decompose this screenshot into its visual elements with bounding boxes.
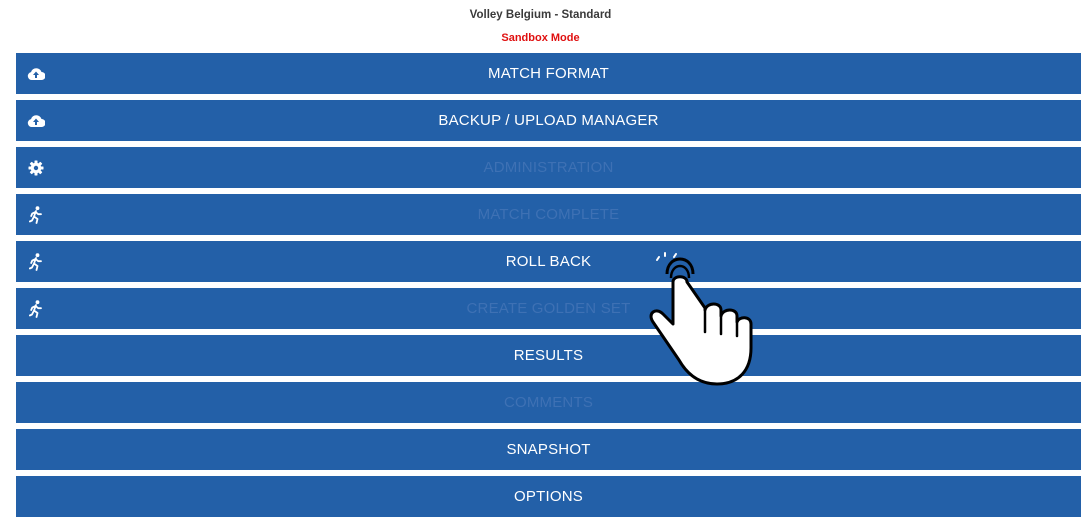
options-label: OPTIONS [514, 488, 583, 505]
header: Volley Belgium - Standard Sandbox Mode [0, 0, 1081, 50]
backup-upload-manager-button[interactable]: BACKUP / UPLOAD MANAGER [16, 100, 1081, 141]
cloud-upload-icon [27, 65, 45, 83]
backup-upload-manager-label: BACKUP / UPLOAD MANAGER [438, 112, 659, 129]
roll-back-label: ROLL BACK [505, 253, 592, 270]
running-person-icon [27, 205, 45, 224]
comments-label: COMMENTS [503, 394, 594, 411]
snapshot-label: SNAPSHOT [506, 441, 591, 458]
results-button[interactable]: RESULTS [16, 335, 1081, 376]
sandbox-mode-label: Sandbox Mode [501, 32, 580, 44]
administration-button[interactable]: ADMINISTRATION [16, 147, 1081, 188]
snapshot-button[interactable]: SNAPSHOT [16, 429, 1081, 470]
match-format-button[interactable]: MATCH FORMAT [16, 53, 1081, 94]
roll-back-button[interactable]: ROLL BACK [16, 241, 1081, 282]
administration-label: ADMINISTRATION [483, 159, 614, 176]
results-label: RESULTS [513, 347, 584, 364]
match-complete-label: MATCH COMPLETE [477, 206, 620, 223]
running-person-icon [27, 299, 45, 318]
app-title: Volley Belgium - Standard [469, 9, 612, 21]
cloud-upload-icon [27, 112, 45, 130]
options-button[interactable]: OPTIONS [16, 476, 1081, 517]
running-person-icon [27, 252, 45, 271]
gear-icon [27, 159, 45, 177]
comments-button[interactable]: COMMENTS [16, 382, 1081, 423]
create-golden-set-label: CREATE GOLDEN SET [466, 300, 631, 317]
match-complete-button[interactable]: MATCH COMPLETE [16, 194, 1081, 235]
match-format-label: MATCH FORMAT [488, 65, 609, 82]
main-menu: MATCH FORMAT BACKUP / UPLOAD MANAGER ADM… [16, 53, 1081, 523]
create-golden-set-button[interactable]: CREATE GOLDEN SET [16, 288, 1081, 329]
